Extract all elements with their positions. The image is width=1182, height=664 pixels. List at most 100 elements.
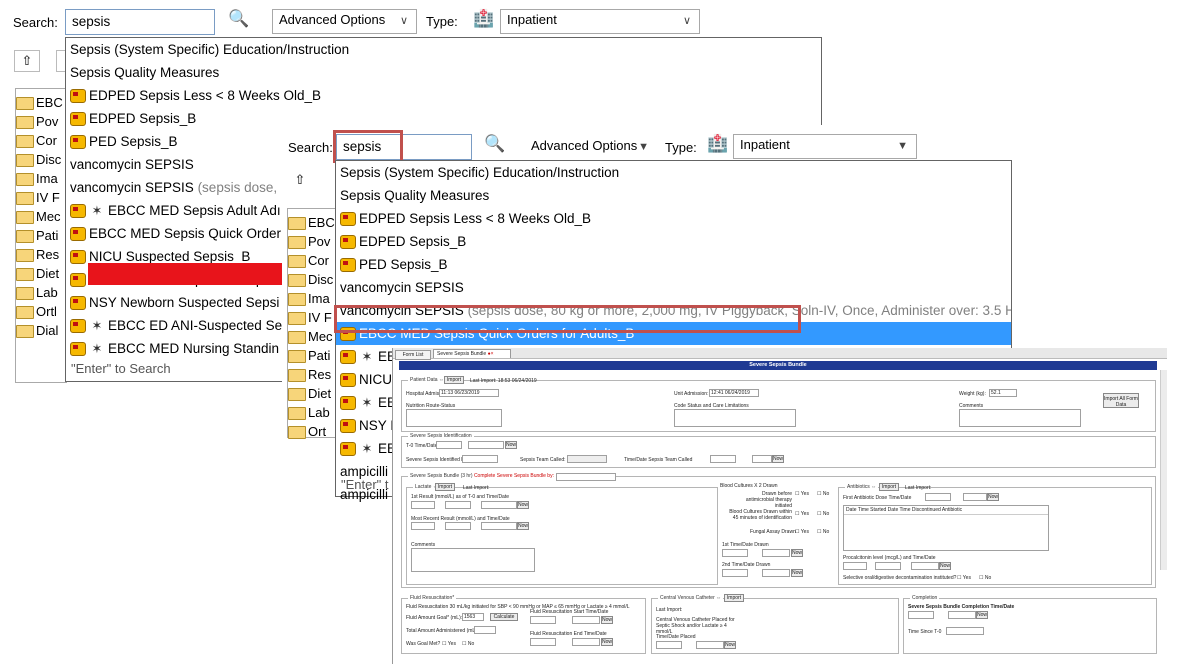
- bc-2nd-time[interactable]: [762, 569, 790, 577]
- completion-date[interactable]: [908, 611, 934, 619]
- bc-2nd-date[interactable]: [722, 569, 748, 577]
- fluid-start-date[interactable]: [530, 616, 556, 624]
- folder-item[interactable]: Disc: [288, 270, 336, 289]
- lactate-comments-field[interactable]: [411, 548, 535, 572]
- bc-1st-time[interactable]: [762, 549, 790, 557]
- tab-severe-sepsis-bundle[interactable]: Severe Sepsis Bundle ●×: [433, 349, 511, 358]
- form-scrollbar[interactable]: [1160, 370, 1167, 570]
- bc-45-yes[interactable]: ☐ Yes: [795, 511, 809, 517]
- t0-time-field[interactable]: [468, 441, 504, 449]
- folder-item[interactable]: Pati: [16, 226, 66, 245]
- search-result-item[interactable]: Sepsis Quality Measures: [66, 61, 821, 84]
- search-result-item[interactable]: PED Sepsis_B: [336, 253, 1011, 276]
- folder-item[interactable]: Dial: [16, 321, 66, 340]
- bc-2nd-now[interactable]: Now: [791, 569, 803, 577]
- folder-item[interactable]: Ort: [288, 422, 336, 441]
- bc-45-no[interactable]: ☐ No: [817, 511, 829, 517]
- folder-item[interactable]: Ima: [288, 289, 336, 308]
- lactate-import-button[interactable]: Import: [435, 483, 455, 491]
- lactate-first-date[interactable]: [445, 501, 471, 509]
- team-called-time-field[interactable]: [752, 455, 772, 463]
- folder-item[interactable]: Disc: [16, 150, 66, 169]
- fluid-goal-field[interactable]: 1563: [462, 613, 484, 621]
- team-called-date-field[interactable]: [710, 455, 736, 463]
- search-input[interactable]: sepsis: [65, 9, 215, 35]
- fluid-start-time[interactable]: [572, 616, 600, 624]
- procalcitonin-value[interactable]: [843, 562, 867, 570]
- folder-item[interactable]: Pov: [288, 232, 336, 251]
- folder-item[interactable]: Diet: [288, 384, 336, 403]
- folder-item[interactable]: Pov: [16, 112, 66, 131]
- advanced-options-dropdown[interactable]: Advanced Options ∨: [272, 9, 417, 34]
- folder-item[interactable]: EBC: [288, 213, 336, 232]
- first-abx-time[interactable]: [963, 493, 987, 501]
- fungal-no[interactable]: ☐ No: [817, 529, 829, 535]
- fluid-end-date[interactable]: [530, 638, 556, 646]
- type-select[interactable]: Inpatient ▼: [733, 134, 917, 159]
- folder-item[interactable]: Lab: [288, 403, 336, 422]
- lactate-first-value[interactable]: [411, 501, 435, 509]
- folder-item[interactable]: Mec: [288, 327, 336, 346]
- lactate-first-time[interactable]: [481, 501, 517, 509]
- folder-up-button[interactable]: ⇧: [288, 172, 312, 192]
- complete-by-field[interactable]: [556, 473, 616, 481]
- abx-import-button[interactable]: Import: [879, 483, 899, 491]
- t0-date-field[interactable]: [436, 441, 462, 449]
- folder-item[interactable]: Diet: [16, 264, 66, 283]
- comments-field[interactable]: [959, 409, 1081, 427]
- fluid-end-now[interactable]: Now: [601, 638, 613, 646]
- folder-item[interactable]: Ima: [16, 169, 66, 188]
- folder-item[interactable]: IV F: [288, 308, 336, 327]
- hospital-admission-field[interactable]: 11:13 06/23/2019: [439, 389, 499, 397]
- bc-1st-now[interactable]: Now: [791, 549, 803, 557]
- completion-time[interactable]: [948, 611, 976, 619]
- close-icon[interactable]: ●×: [488, 351, 494, 357]
- identified-by-select[interactable]: [462, 455, 498, 463]
- calculate-button[interactable]: Calculate: [490, 613, 518, 621]
- search-result-item[interactable]: vancomycin SEPSIS: [336, 276, 1011, 299]
- import-button[interactable]: Import: [444, 376, 464, 384]
- code-status-field[interactable]: [674, 409, 796, 427]
- selective-no[interactable]: ☐ No: [979, 575, 991, 581]
- folder-item[interactable]: Mec: [16, 207, 66, 226]
- search-result-item[interactable]: EDPED Sepsis_B: [336, 230, 1011, 253]
- unit-admission-field[interactable]: 12:41 06/24/2019: [709, 389, 759, 397]
- time-since-t0-field[interactable]: [946, 627, 984, 635]
- search-result-item[interactable]: Sepsis Quality Measures: [336, 184, 1011, 207]
- first-abx-now[interactable]: Now: [987, 493, 999, 501]
- antibiotics-table[interactable]: Date Time Started Date Time Discontinued…: [843, 505, 1049, 551]
- folder-item[interactable]: Ortl: [16, 302, 66, 321]
- fluid-start-now[interactable]: Now: [601, 616, 613, 624]
- bc-before-no[interactable]: ☐ No: [817, 491, 829, 497]
- team-called-now-button[interactable]: Now: [772, 455, 784, 463]
- search-result-item[interactable]: EDPED Sepsis Less < 8 Weeks Old_B: [336, 207, 1011, 230]
- lactate-recent-date[interactable]: [445, 522, 471, 530]
- procalcitonin-now[interactable]: Now: [939, 562, 951, 570]
- lactate-recent-value[interactable]: [411, 522, 435, 530]
- bc-1st-date[interactable]: [722, 549, 748, 557]
- cvc-now[interactable]: Now: [724, 641, 736, 649]
- folder-item[interactable]: Res: [288, 365, 336, 384]
- fungal-yes[interactable]: ☐ Yes: [795, 529, 809, 535]
- completion-now[interactable]: Now: [976, 611, 988, 619]
- selective-yes[interactable]: ☐ Yes: [957, 575, 971, 581]
- lactate-first-now[interactable]: Now: [517, 501, 529, 509]
- folder-item[interactable]: Pati: [288, 346, 336, 365]
- folder-up-button[interactable]: ⇧: [14, 50, 40, 72]
- magnifier-icon[interactable]: 🔍: [228, 9, 249, 29]
- folder-item[interactable]: IV F: [16, 188, 66, 207]
- tab-form-list[interactable]: Form List: [395, 350, 431, 360]
- advanced-options-dropdown[interactable]: Advanced Options ▼: [524, 135, 658, 159]
- folder-item[interactable]: EBC: [16, 93, 66, 112]
- cvc-time[interactable]: [696, 641, 724, 649]
- search-result-item[interactable]: EDPED Sepsis Less < 8 Weeks Old_B: [66, 84, 821, 107]
- folder-item[interactable]: Lab: [16, 283, 66, 302]
- procalcitonin-time[interactable]: [911, 562, 939, 570]
- search-result-item[interactable]: Sepsis (System Specific) Education/Instr…: [66, 38, 821, 61]
- first-abx-date[interactable]: [925, 493, 951, 501]
- magnifier-icon[interactable]: 🔍: [484, 134, 505, 154]
- lactate-recent-now[interactable]: Now: [517, 522, 529, 530]
- search-result-item[interactable]: Sepsis (System Specific) Education/Instr…: [336, 161, 1011, 184]
- cvc-import-button[interactable]: Import: [724, 594, 744, 602]
- t0-now-button[interactable]: Now: [505, 441, 517, 449]
